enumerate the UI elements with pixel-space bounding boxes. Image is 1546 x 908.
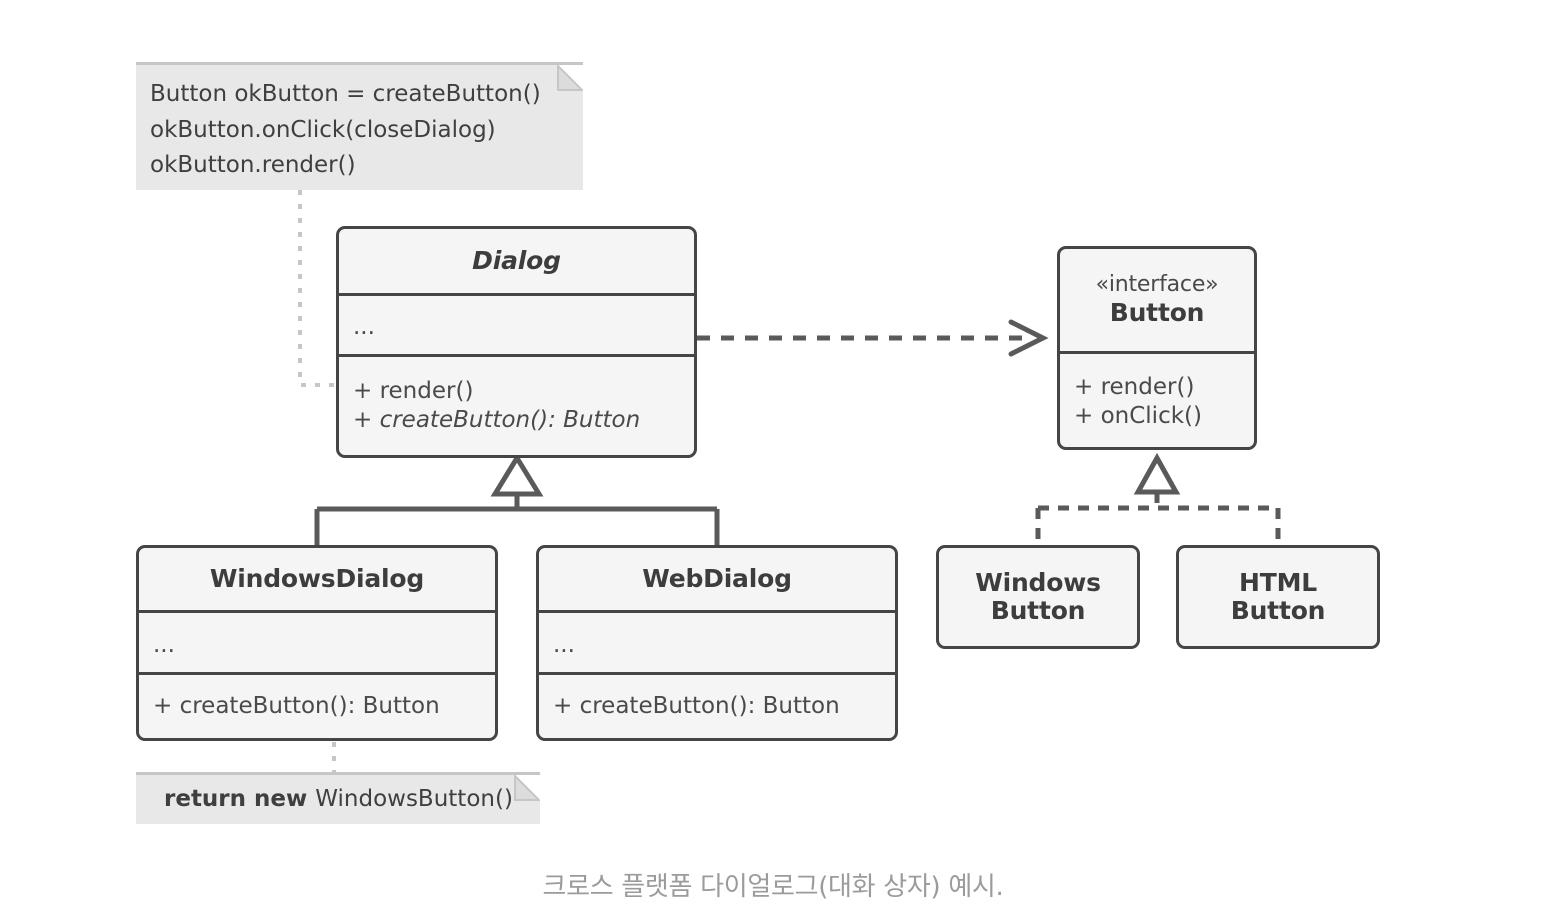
operation-row: + createButton(): Button (553, 692, 840, 719)
note-line: okButton.onClick(closeDialog) (150, 116, 496, 143)
class-dialog-name: Dialog (472, 246, 561, 275)
class-html-button[interactable]: HTML Button (1176, 545, 1380, 649)
class-button-title: «interface» Button (1060, 249, 1254, 351)
class-dialog-title: Dialog (339, 229, 694, 293)
class-dialog-operations: + render() + createButton(): Button (339, 354, 694, 455)
class-web-dialog-attributes: ... (539, 610, 895, 672)
class-windows-dialog-attributes: ... (139, 610, 495, 672)
class-button-operations: + render() + onClick() (1060, 351, 1254, 450)
operation-row: + createButton(): Button (353, 407, 641, 433)
class-html-button-title: HTML Button (1179, 548, 1377, 646)
note-fold-corner-icon (557, 65, 583, 91)
operation-row: + onClick() (1074, 403, 1202, 429)
diagram-caption: 크로스 플랫폼 다이얼로그(대화 상자) 예시. (542, 872, 1004, 902)
note-windowsdialog-return: return new WindowsButton() (136, 772, 540, 824)
edge-dialogs-generalization (314, 453, 720, 545)
class-web-dialog-title: WebDialog (539, 548, 895, 610)
class-html-button-name-line2: Button (1230, 596, 1326, 625)
note-bold-keyword: return new (164, 785, 316, 812)
class-windows-button-name-line2: Button (990, 596, 1086, 625)
attribute-row: ... (553, 631, 575, 658)
class-dialog-attributes: ... (339, 293, 694, 354)
class-button-interface[interactable]: «interface» Button + render() + onClick(… (1057, 246, 1257, 450)
class-button-stereotype: «interface» (1095, 271, 1219, 297)
note-dialog-usage: Button okButton = createButton() okButto… (136, 62, 583, 190)
note-line: okButton.render() (150, 152, 356, 179)
class-web-dialog[interactable]: WebDialog ... + createButton(): Button (536, 545, 898, 741)
class-html-button-name-line1: HTML (1239, 568, 1317, 597)
class-windows-dialog[interactable]: WindowsDialog ... + createButton(): Butt… (136, 545, 498, 741)
uml-diagram-canvas: Button okButton = createButton() okButto… (0, 0, 1546, 908)
class-button-name: Button (1109, 298, 1205, 328)
note-leader-dialog-usage (298, 190, 336, 387)
attribute-row: ... (353, 313, 375, 340)
note-fold-corner-icon (514, 775, 540, 801)
operation-row: + render() (1074, 373, 1195, 400)
operation-row: + createButton(): Button (153, 692, 440, 719)
note-line: Button okButton = createButton() (150, 81, 541, 107)
class-windows-dialog-name: WindowsDialog (209, 564, 425, 593)
class-windows-button-name-line1: Windows (975, 568, 1101, 597)
attribute-row: ... (153, 631, 175, 658)
class-dialog[interactable]: Dialog ... + render() + createButton(): … (336, 226, 697, 458)
class-windows-dialog-operations: + createButton(): Button (139, 672, 495, 738)
class-windows-button-title: Windows Button (939, 548, 1137, 646)
edge-buttons-realization (1035, 452, 1281, 545)
note-text: WindowsButton() (315, 785, 513, 812)
class-web-dialog-operations: + createButton(): Button (539, 672, 895, 738)
class-windows-button[interactable]: Windows Button (936, 545, 1140, 649)
operation-row: + render() (353, 377, 474, 404)
class-windows-dialog-title: WindowsDialog (139, 548, 495, 610)
class-web-dialog-name: WebDialog (642, 564, 792, 593)
edge-dialog-uses-button (697, 319, 1049, 357)
